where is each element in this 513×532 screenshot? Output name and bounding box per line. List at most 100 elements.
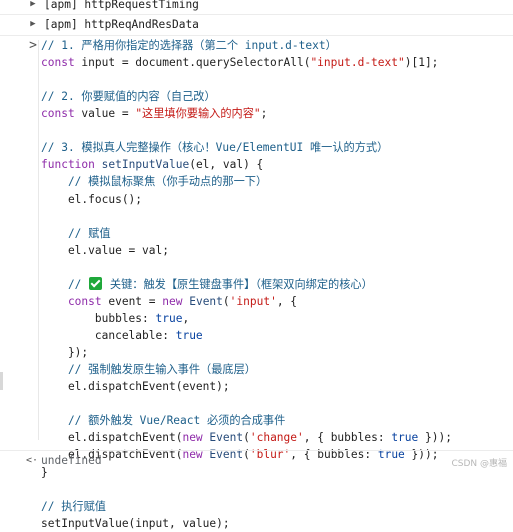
code-token: (	[222, 294, 230, 308]
code-token: "input.d-text"	[310, 56, 405, 70]
triangle-right-icon[interactable]: ▶	[26, 16, 40, 33]
code-token: input = document.querySelectorAll(	[74, 56, 311, 70]
code-line: });	[0, 344, 513, 361]
code-line: // 执行赋值	[0, 498, 513, 515]
triangle-right-icon[interactable]: ▶	[26, 0, 40, 13]
code-line: bubbles: true,	[0, 310, 513, 327]
code-token: (el, val) {	[189, 158, 264, 172]
code-token: // 模拟鼠标聚焦（你手动点的那一下）	[41, 175, 268, 189]
code-token: el.value = val;	[41, 243, 169, 257]
code-token: (	[243, 431, 250, 445]
code-text: // 3. 模拟真人完整操作（核心！Vue/ElementUI 唯一认的方式）	[41, 139, 388, 156]
code-text: // 关键：触发【原生键盘事件】（框架双向绑定的核心）	[41, 276, 373, 293]
code-text: // 强制触发原生输入事件（最底层）	[41, 361, 256, 378]
row-separator	[0, 450, 513, 451]
code-token: });	[41, 346, 89, 360]
code-line: // 1. 严格用你指定的选择器（第二个 input.d-text）	[0, 37, 513, 54]
code-token: const	[41, 107, 75, 121]
code-line: function setInputValue(el, val) {	[0, 156, 513, 173]
code-token: // 2. 你要赋值的内容（自己改）	[41, 90, 216, 104]
code-text: // 1. 严格用你指定的选择器（第二个 input.d-text）	[41, 37, 337, 54]
code-token: Event	[189, 294, 223, 308]
console-group-row[interactable]: ▶ [apm] httpReqAndResData	[0, 16, 513, 33]
watermark: CSDN @惠福	[451, 459, 507, 469]
code-token: // 额外触发 Vue/React 必须的合成事件	[41, 414, 286, 428]
code-token: // 执行赋值	[41, 499, 106, 513]
code-line: // 3. 模拟真人完整操作（核心！Vue/ElementUI 唯一认的方式）	[0, 139, 513, 156]
green-check-icon	[89, 276, 103, 290]
code-token: //	[41, 277, 89, 291]
code-text: el.dispatchEvent(event);	[41, 378, 230, 395]
console-group-label[interactable]: [apm] httpRequestTiming	[44, 0, 199, 13]
code-line: // 强制触发原生输入事件（最底层）	[0, 361, 513, 378]
console-group-label[interactable]: [apm] httpReqAndResData	[44, 16, 199, 33]
code-token: )[1];	[404, 56, 439, 70]
code-token: cancelable:	[41, 329, 176, 343]
code-text: const value = "这里填你要输入的内容";	[41, 105, 267, 122]
code-text: // 赋值	[41, 225, 111, 242]
code-token: "这里填你要输入的内容"	[135, 107, 261, 121]
code-token: new	[182, 431, 203, 445]
code-token: new	[162, 294, 183, 308]
code-token: 'input'	[229, 294, 277, 308]
code-token: 'change'	[249, 431, 304, 445]
code-token: // 赋值	[41, 226, 111, 240]
code-token: setInputValue(input, value);	[41, 516, 230, 530]
console-group-row[interactable]: ▶ [apm] httpRequestTiming	[0, 0, 513, 13]
code-line: el.value = val;	[0, 242, 513, 259]
code-token: , { bubbles:	[303, 431, 392, 445]
code-token: const	[41, 294, 102, 308]
code-text: bubbles: true,	[41, 310, 189, 327]
code-token: true	[155, 311, 183, 325]
code-token: ,	[182, 311, 190, 325]
code-text: });	[41, 344, 88, 361]
code-token: , {	[276, 294, 298, 308]
code-line: const value = "这里填你要输入的内容";	[0, 105, 513, 122]
code-line: const event = new Event('input', {	[0, 293, 513, 310]
code-token: value =	[74, 107, 136, 121]
code-text: el.dispatchEvent(new Event('change', { b…	[41, 429, 452, 446]
code-token: // 强制触发原生输入事件（最底层）	[41, 363, 256, 377]
code-token: // 3. 模拟真人完整操作（核心！Vue/ElementUI 唯一认的方式）	[41, 141, 389, 155]
code-text: // 执行赋值	[41, 498, 106, 515]
code-token: 关键：触发【原生键盘事件】（框架双向绑定的核心）	[103, 277, 373, 291]
code-token: Event	[209, 431, 244, 445]
code-line: el.focus();	[0, 191, 513, 208]
code-token: setInputValue	[101, 158, 190, 172]
code-token: }));	[418, 431, 452, 445]
code-token: true	[391, 431, 419, 445]
result-value[interactable]: undefined	[41, 452, 102, 469]
code-text: el.value = val;	[41, 242, 169, 259]
code-line: cancelable: true	[0, 327, 513, 344]
code-text: setInputValue(input, value);	[41, 515, 230, 532]
code-text: // 额外触发 Vue/React 必须的合成事件	[41, 412, 285, 429]
code-token: el.focus();	[41, 192, 143, 206]
code-token: // 1. 严格用你指定的选择器（第二个 input.d-text）	[41, 39, 337, 52]
code-line: el.dispatchEvent(event);	[0, 378, 513, 395]
code-line: // 赋值	[0, 225, 513, 242]
code-token: bubbles:	[41, 311, 156, 325]
code-text: const input = document.querySelectorAll(…	[41, 54, 438, 71]
console-result-row[interactable]: <· undefined	[0, 452, 513, 469]
code-token: event =	[101, 294, 163, 308]
code-token: el.dispatchEvent(event);	[41, 380, 230, 394]
row-separator	[0, 14, 513, 15]
code-token: el.dispatchEvent(	[41, 431, 183, 445]
code-text: // 2. 你要赋值的内容（自己改）	[41, 88, 216, 105]
row-separator	[0, 35, 513, 36]
code-token: ;	[260, 107, 268, 121]
code-text: // 模拟鼠标聚焦（你手动点的那一下）	[41, 173, 267, 190]
code-line: // 额外触发 Vue/React 必须的合成事件	[0, 412, 513, 429]
return-arrow-icon: <·	[25, 455, 39, 466]
code-line: // 2. 你要赋值的内容（自己改）	[0, 88, 513, 105]
code-text: const event = new Event('input', {	[41, 293, 297, 310]
code-text: cancelable: true	[41, 327, 203, 344]
code-line: // 模拟鼠标聚焦（你手动点的那一下）	[0, 173, 513, 190]
code-token: true	[175, 329, 203, 343]
